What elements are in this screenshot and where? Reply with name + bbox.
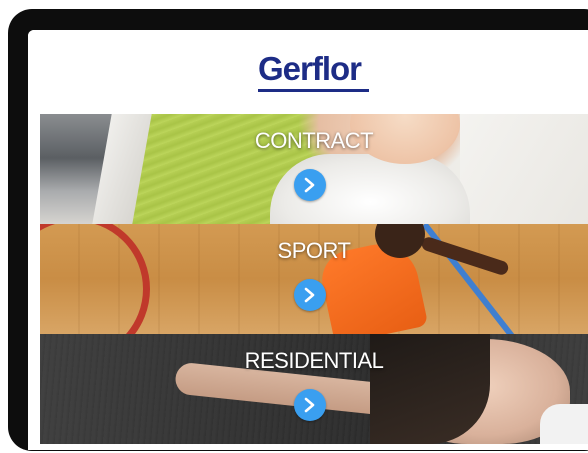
- category-panel-residential[interactable]: RESIDENTIAL: [40, 334, 588, 444]
- panel-title-contract: CONTRACT: [254, 128, 374, 153]
- chevron-right-icon: [304, 177, 315, 193]
- residential-image-detail: [540, 404, 588, 444]
- panel-title-residential: RESIDENTIAL: [244, 348, 384, 373]
- header: Gerflor: [28, 30, 588, 114]
- chevron-right-icon: [304, 287, 315, 303]
- chevron-right-icon: [304, 397, 315, 413]
- residential-arrow-button[interactable]: [294, 389, 326, 421]
- category-panel-contract[interactable]: CONTRACT: [40, 114, 588, 224]
- contract-arrow-button[interactable]: [294, 169, 326, 201]
- tablet-frame: Gerflor CONTRACT SPORT RESIDENTIAL: [8, 9, 588, 451]
- sport-arrow-button[interactable]: [294, 279, 326, 311]
- gerflor-logo[interactable]: Gerflor: [258, 52, 362, 85]
- panel-title-sport: SPORT: [277, 238, 351, 263]
- logo-underline: [258, 89, 369, 92]
- category-panel-sport[interactable]: SPORT: [40, 224, 588, 334]
- app-screen: Gerflor CONTRACT SPORT RESIDENTIAL: [28, 30, 588, 450]
